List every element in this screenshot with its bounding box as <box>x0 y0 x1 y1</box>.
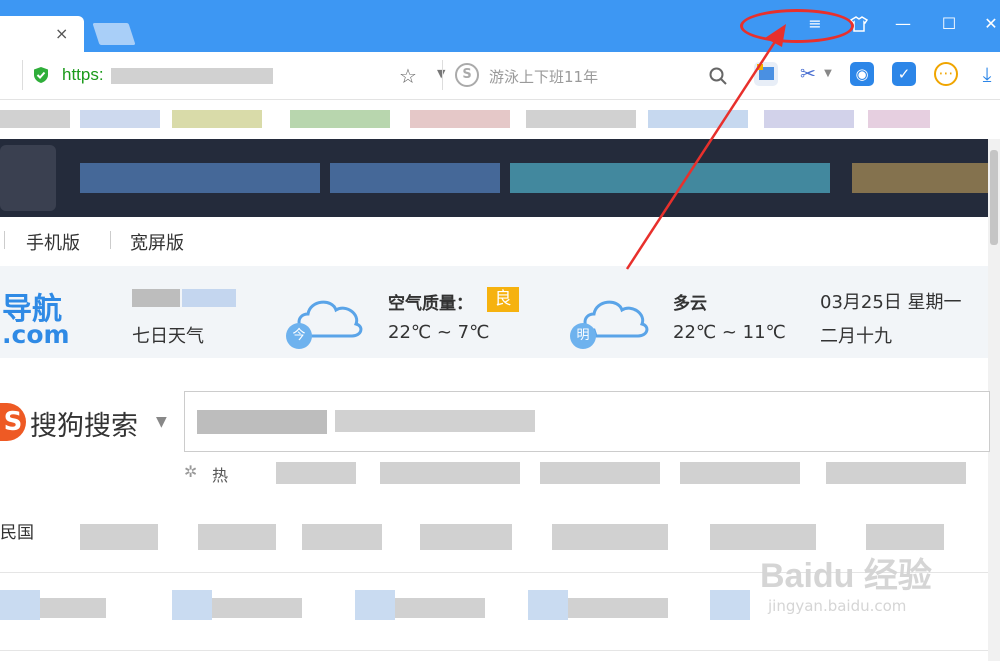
shield-ext-icon[interactable]: ✓ <box>892 62 916 86</box>
watermark-url: jingyan.baidu.com <box>768 597 907 615</box>
blurred-city[interactable] <box>182 289 236 307</box>
active-tab[interactable] <box>0 16 84 52</box>
air-quality-badge: 良 <box>487 287 519 312</box>
search-placeholder: 游泳上下班11年 <box>489 68 599 86</box>
separator <box>4 231 5 249</box>
banner-text-block <box>852 163 990 193</box>
sogou-logo-icon: S <box>0 403 26 441</box>
blurred-url <box>111 68 273 84</box>
bookmark-item[interactable] <box>868 110 930 128</box>
banner-device-image <box>0 145 56 211</box>
blurred-query <box>197 410 327 434</box>
tomorrow-temperature: 22℃ ~ 11℃ <box>673 322 786 343</box>
screenshot-ext-icon[interactable] <box>754 62 778 86</box>
watermark-brand: Baidu 经验 <box>760 557 932 595</box>
nav-item[interactable] <box>552 524 668 550</box>
site-link[interactable] <box>528 590 568 620</box>
tab-close-icon[interactable]: × <box>55 26 68 42</box>
site-link[interactable] <box>355 590 395 620</box>
nav-item[interactable] <box>866 524 944 550</box>
tomorrow-badge: 明 <box>570 323 596 349</box>
seven-day-weather-link[interactable]: 七日天气 <box>132 322 204 348</box>
hot-icon: ✲ <box>184 462 198 481</box>
bookmark-item[interactable] <box>290 110 390 128</box>
bookmarks-bar <box>0 100 1000 138</box>
today-temperature: 22℃ ~ 7℃ <box>388 322 490 343</box>
banner-text-block <box>330 163 500 193</box>
today-badge: 今 <box>286 323 312 349</box>
hot-search-item[interactable] <box>680 462 800 484</box>
baidu-watermark: Baidu 经验 jingyan.baidu.com <box>760 548 932 615</box>
minimize-button[interactable]: — <box>890 12 916 36</box>
address-bar: https: ☆ ▼ S 游泳上下班11年 ✂ ▼ ◉ ✓ ⋯ ⤓ <box>0 52 1000 100</box>
close-window-button[interactable]: ✕ <box>978 12 1000 36</box>
bookmark-item[interactable] <box>526 110 636 128</box>
banner-text-block <box>80 163 320 193</box>
nav-item[interactable] <box>80 524 158 550</box>
nav-item[interactable] <box>302 524 382 550</box>
bookmark-item[interactable] <box>764 110 854 128</box>
tomorrow-condition: 多云 <box>673 294 707 314</box>
widescreen-version-link[interactable]: 宽屏版 <box>130 229 184 255</box>
blurred-city[interactable] <box>132 289 180 307</box>
nav-item[interactable]: 民国 <box>0 518 34 543</box>
site-link[interactable] <box>40 598 106 618</box>
bookmark-item[interactable] <box>410 110 510 128</box>
hot-search-prefix: 热 <box>212 466 229 485</box>
site-link[interactable] <box>172 590 212 620</box>
bookmark-item[interactable] <box>648 110 748 128</box>
secure-shield-icon <box>34 67 48 83</box>
engine-dropdown-icon[interactable]: ▼ <box>156 414 167 430</box>
bookmark-item[interactable] <box>80 110 160 128</box>
air-quality-label: 空气质量： <box>388 294 473 314</box>
site-link[interactable] <box>395 598 485 618</box>
translate-ext-icon[interactable]: ◉ <box>850 62 874 86</box>
scroll-thumb[interactable] <box>990 150 998 245</box>
search-icon[interactable] <box>709 62 727 90</box>
search-field[interactable]: S 游泳上下班11年 <box>442 60 735 90</box>
search-engine-name[interactable]: 搜狗搜索 <box>30 404 138 443</box>
banner-text-block <box>510 163 830 193</box>
hot-search-item[interactable] <box>540 462 660 484</box>
site-link[interactable] <box>0 590 40 620</box>
hot-search-item[interactable] <box>826 462 966 484</box>
main-search-input[interactable] <box>184 391 990 452</box>
nav-item[interactable] <box>710 524 816 550</box>
url-text: https: <box>62 65 104 84</box>
annotation-circle <box>740 9 854 43</box>
site-logo-domain[interactable]: .com <box>2 320 70 349</box>
site-link[interactable] <box>212 598 302 618</box>
section-divider <box>0 650 988 651</box>
url-field[interactable]: https: ☆ ▼ <box>22 60 445 90</box>
new-tab-button[interactable] <box>92 23 136 45</box>
site-link[interactable] <box>710 590 750 620</box>
download-icon[interactable]: ⤓ <box>975 62 999 86</box>
nav-item[interactable] <box>198 524 276 550</box>
blurred-query <box>335 410 535 432</box>
sogou-search-icon: S <box>455 63 479 87</box>
bookmark-star-icon[interactable]: ☆ <box>399 64 417 88</box>
more-ext-icon[interactable]: ⋯ <box>934 62 958 86</box>
lunar-date: 二月十九 <box>820 326 892 347</box>
scissors-icon[interactable]: ✂ <box>796 62 820 86</box>
hot-search-item[interactable] <box>380 462 520 484</box>
current-date: 03月25日 星期一 <box>820 292 962 313</box>
bookmark-item[interactable] <box>172 110 262 128</box>
scissors-dropdown-icon[interactable]: ▼ <box>821 62 835 86</box>
mobile-version-link[interactable]: 手机版 <box>26 229 80 255</box>
site-link[interactable] <box>568 598 668 618</box>
maximize-button[interactable]: ☐ <box>936 12 962 36</box>
bookmark-item[interactable] <box>0 110 70 128</box>
nav-item[interactable] <box>420 524 512 550</box>
separator <box>110 231 111 249</box>
banner-ad[interactable] <box>0 139 990 217</box>
hot-search-item[interactable] <box>276 462 356 484</box>
